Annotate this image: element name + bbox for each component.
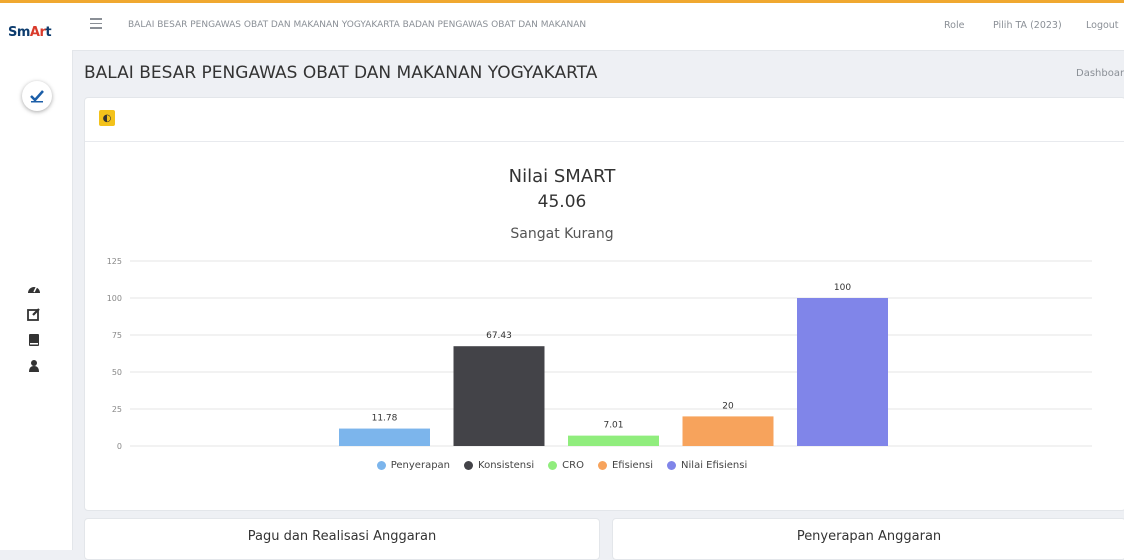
y-tick-label: 0 — [117, 442, 122, 451]
pagu-panel-title: Pagu dan Realisasi Anggaran — [247, 529, 437, 544]
y-tick-label: 50 — [112, 368, 122, 377]
pagu-panel: Pagu dan Realisasi Anggaran — [84, 518, 600, 560]
penyerapan-panel: Penyerapan Anggaran — [612, 518, 1124, 560]
legend-label: Penyerapan — [390, 460, 451, 471]
bar-penyerapan[interactable] — [339, 428, 430, 446]
bar-value-label: 20 — [722, 401, 734, 411]
y-tick-label: 100 — [107, 294, 122, 303]
legend-dot — [667, 461, 677, 470]
y-tick-label: 25 — [112, 405, 122, 414]
legend-dot — [548, 461, 558, 470]
legend-item[interactable]: Efisiensi — [597, 460, 654, 471]
bar-efisiensi[interactable] — [682, 416, 774, 446]
legend-label: Nilai Efisiensi — [681, 460, 748, 471]
legend-item[interactable]: Penyerapan — [376, 460, 451, 471]
bar-value-label: 100 — [834, 283, 851, 293]
penyerapan-panel-title: Penyerapan Anggaran — [796, 529, 942, 544]
y-tick-label: 75 — [112, 331, 122, 340]
bar-value-label: 11.78 — [372, 414, 398, 424]
legend-label: Efisiensi — [611, 460, 654, 471]
bar-nilai-efisiensi[interactable] — [797, 298, 888, 446]
legend-label: CRO — [562, 460, 584, 471]
legend-item[interactable]: Nilai Efisiensi — [667, 460, 747, 471]
chart-legend: Penyerapan Konsistensi CRO Efisiensi Nilai E… — [0, 460, 1124, 471]
legend-dot — [597, 461, 607, 470]
legend-item[interactable]: CRO — [548, 460, 584, 471]
bar-value-label: 7.01 — [603, 421, 623, 431]
y-tick-label: 125 — [107, 257, 122, 266]
legend-label: Konsistensi — [478, 460, 535, 471]
bar-konsistensi[interactable] — [453, 346, 545, 446]
legend-dot — [376, 461, 386, 470]
legend-item[interactable]: Konsistensi — [464, 460, 534, 471]
bar-value-label: 67.43 — [486, 331, 512, 341]
bar-cro[interactable] — [568, 435, 659, 446]
legend-dot — [464, 461, 474, 470]
